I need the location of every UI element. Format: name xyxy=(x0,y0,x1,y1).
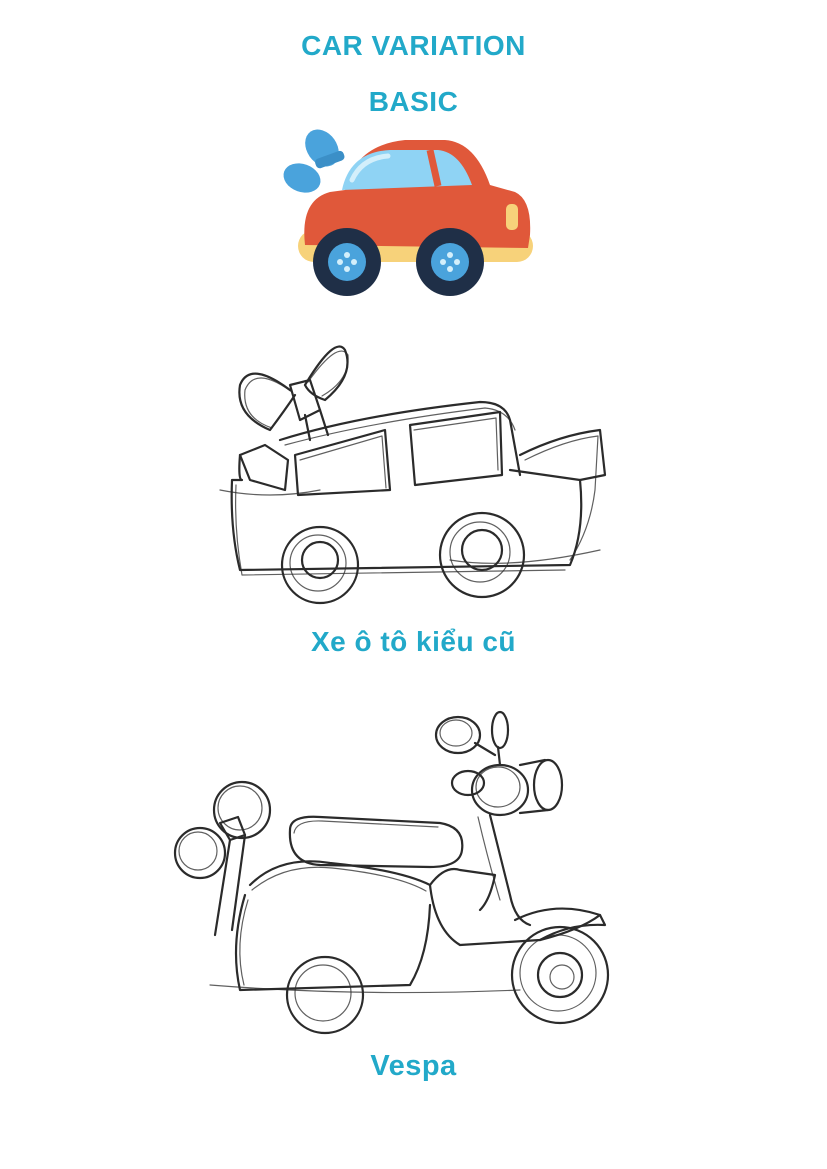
caption-old-car: Xe ô tô kiểu cũ xyxy=(310,626,517,657)
caption-vespa: Vespa xyxy=(370,1050,457,1082)
toy-car-icon xyxy=(283,129,533,296)
page-subtitle: BASIC xyxy=(368,86,459,117)
vespa-sketch-icon xyxy=(173,710,610,1035)
page-title: CAR VARIATION xyxy=(301,30,526,61)
old-car-sketch-icon xyxy=(219,345,607,605)
